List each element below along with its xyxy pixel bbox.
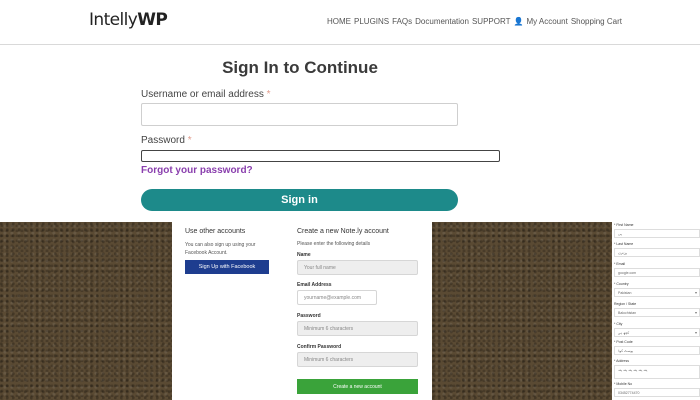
email-input[interactable]: yourname@example.com <box>297 290 377 305</box>
signup-password-label: Password <box>297 313 321 319</box>
signup-password-input[interactable]: Minimum 6 characters <box>297 321 418 336</box>
other-accounts-heading: Use other accounts <box>185 228 246 235</box>
nav-support[interactable]: SUPPORT <box>472 17 511 26</box>
chevron-down-icon: ▾ <box>694 330 697 335</box>
username-label: Username or email address * <box>141 89 271 100</box>
last-name-input[interactable]: پن‌ترن <box>614 248 700 257</box>
email-input[interactable]: google.com <box>614 268 700 277</box>
required-mark: * <box>266 89 271 100</box>
post-code-input[interactable]: پوسٹ کوڈ <box>614 346 700 355</box>
site-logo[interactable]: IntellyWP <box>89 10 168 30</box>
address-value: پتہ پتہ پتہ پتہ پتہ پتہ <box>618 368 648 372</box>
other-accounts-desc: You can also sign up using your Facebook… <box>185 241 255 257</box>
address-input[interactable]: پتہ پتہ پتہ پتہ پتہ پتہ <box>614 365 700 379</box>
password-label: Password * <box>141 135 192 146</box>
confirm-password-input[interactable]: Minimum 6 characters <box>297 352 418 367</box>
page-title: Sign In to Continue <box>222 58 378 77</box>
nav-faqs[interactable]: FAQs <box>392 17 412 26</box>
facebook-signup-button[interactable]: Sign Up with Facebook <box>185 260 269 274</box>
name-input[interactable]: Your full name <box>297 260 418 275</box>
create-account-button[interactable]: Create a new account <box>297 379 418 394</box>
username-field[interactable] <box>141 103 458 126</box>
first-name-value: پی <box>618 232 622 236</box>
mobile-value: 03452774470 <box>618 391 640 395</box>
cork-background-right <box>432 222 612 400</box>
mobile-label: * Mobile No <box>614 382 633 386</box>
top-header: IntellyWP HOME PLUGINS FAQs Documentatio… <box>0 0 700 45</box>
nav-plugins[interactable]: PLUGINS <box>354 17 389 26</box>
last-name-value: پن‌ترن <box>618 251 628 255</box>
email-value: google.com <box>618 271 637 275</box>
address-form: * First Name پی * Last Name پن‌ترن * Ema… <box>612 222 700 400</box>
required-mark: * <box>187 135 192 146</box>
name-label: Name <box>297 252 311 258</box>
first-name-label: * First Name <box>614 223 634 227</box>
chevron-down-icon: ▾ <box>694 310 697 315</box>
region-select[interactable]: Balochistan ▾ <box>614 308 700 317</box>
nav-shopping-cart[interactable]: Shopping Cart <box>571 17 622 26</box>
confirm-password-label: Confirm Password <box>297 344 342 350</box>
city-select[interactable]: کچھ ہے ▾ <box>614 328 700 337</box>
city-value: کچھ ہے <box>618 331 630 335</box>
other-accounts-desc-line2: Facebook Account. <box>185 250 228 256</box>
forgot-password-link[interactable]: Forgot your password? <box>141 165 253 176</box>
nav-my-account[interactable]: My Account <box>526 17 567 26</box>
region-label: Region / State <box>614 302 637 306</box>
email-label: Email Address <box>297 282 332 288</box>
logo-text-bold: WP <box>137 10 168 30</box>
region-value: Balochistan <box>618 311 637 315</box>
last-name-label: * Last Name <box>614 242 634 246</box>
password-field[interactable] <box>141 150 500 162</box>
post-code-label: * Post Code <box>614 340 633 344</box>
first-name-input[interactable]: پی <box>614 229 700 238</box>
country-value: Pakistan <box>618 291 632 295</box>
nav-home[interactable]: HOME <box>327 17 351 26</box>
chevron-down-icon: ▾ <box>694 290 697 295</box>
create-account-desc: Please enter the following details <box>297 241 371 247</box>
password-label-text: Password <box>141 135 185 146</box>
mobile-input[interactable]: 03452774470 <box>614 388 700 397</box>
username-label-text: Username or email address <box>141 89 264 100</box>
main-nav: HOME PLUGINS FAQs Documentation SUPPORT … <box>327 17 625 26</box>
sign-in-button[interactable]: Sign in <box>141 189 458 211</box>
logo-text-light: Intelly <box>89 10 138 30</box>
create-account-heading: Create a new Note.ly account <box>297 228 389 235</box>
address-label: * Address <box>614 359 629 363</box>
country-select[interactable]: Pakistan ▾ <box>614 288 700 297</box>
user-icon: 👤 <box>513 17 524 26</box>
country-label: * Country <box>614 282 629 286</box>
other-accounts-desc-line1: You can also sign up using your <box>185 242 256 248</box>
email-label: * Email <box>614 262 626 266</box>
post-code-value: پوسٹ کوڈ <box>618 349 634 353</box>
social-signup-card: Use other accounts You can also sign up … <box>172 222 432 400</box>
nav-documentation[interactable]: Documentation <box>415 17 469 26</box>
cork-background-left <box>0 222 172 400</box>
city-label: * City <box>614 322 623 326</box>
